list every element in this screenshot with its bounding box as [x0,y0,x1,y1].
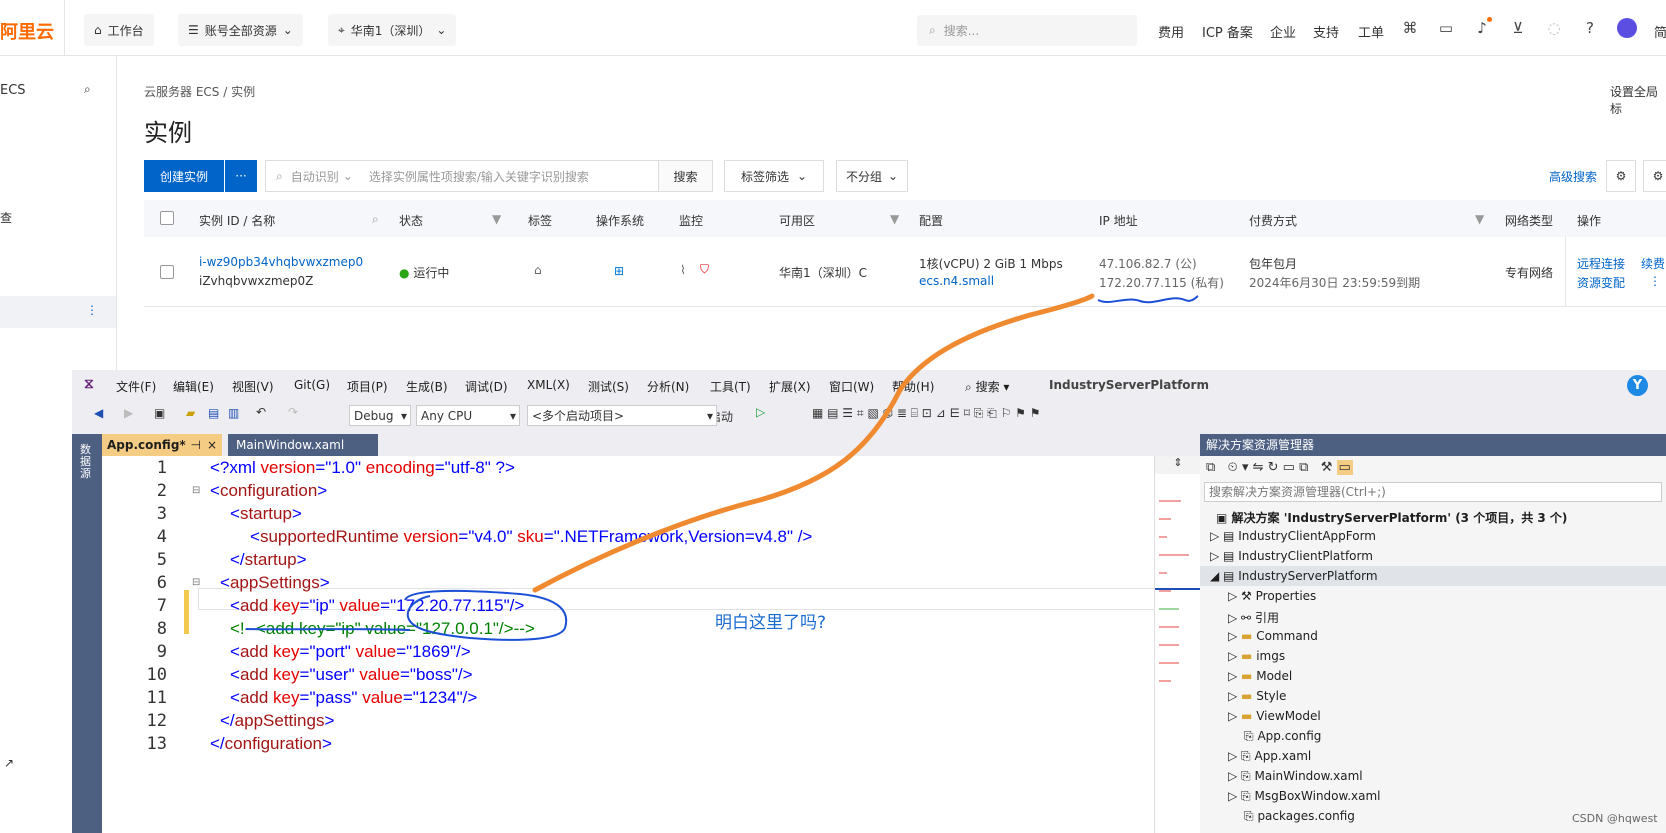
blue-underline-stroke [1097,295,1199,304]
blue-circle-stroke [404,589,568,641]
watermark: CSDN @hqwest [1572,812,1658,825]
orange-arrow-stroke [532,293,1095,593]
annotation-overlay [245,293,1199,641]
blue-underline-code [245,628,411,631]
annotation-text: 明白这里了吗? [715,613,827,633]
